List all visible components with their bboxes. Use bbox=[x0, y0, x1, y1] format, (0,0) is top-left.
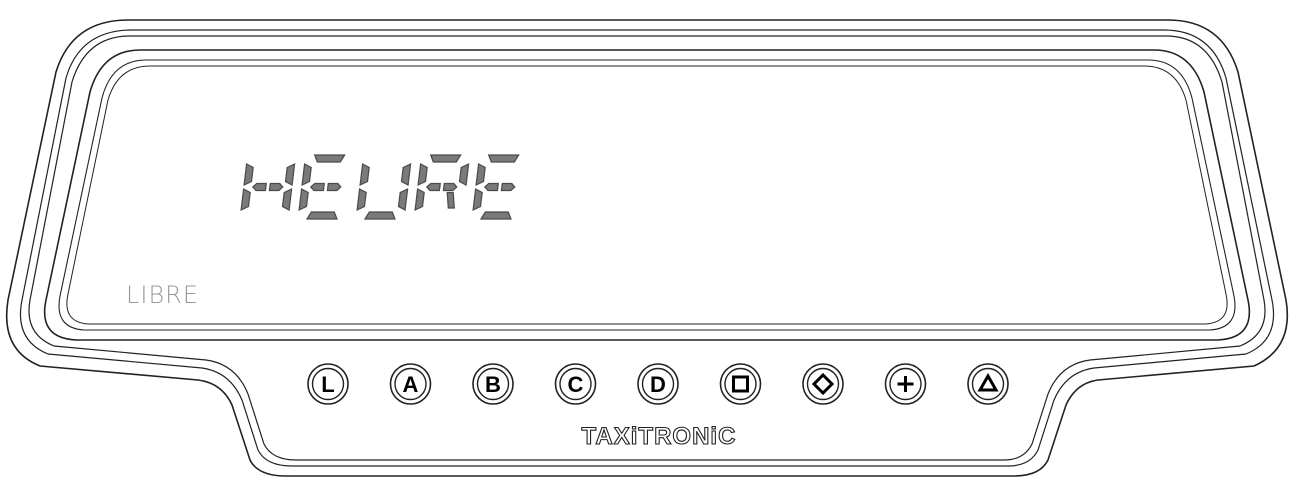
button-row: LABCD bbox=[307, 363, 1009, 405]
display-segment bbox=[500, 182, 516, 192]
display-segment bbox=[281, 187, 293, 211]
taximeter-device: LIBRE L A B C D TAXiTRONiC bbox=[5, 19, 1289, 477]
display-segment bbox=[363, 211, 396, 220]
display-segment bbox=[487, 154, 520, 163]
button-inner-ring bbox=[724, 367, 757, 401]
status-label: LIBRE bbox=[126, 281, 199, 309]
key-l-button[interactable]: L bbox=[307, 363, 349, 405]
button-label: L bbox=[321, 372, 334, 397]
key-square-button[interactable] bbox=[719, 363, 762, 405]
display-segment bbox=[284, 162, 296, 186]
display-segment bbox=[472, 188, 483, 212]
display-segment bbox=[305, 211, 338, 220]
display-segment bbox=[298, 188, 309, 212]
display-segment bbox=[243, 163, 254, 187]
display-segment bbox=[417, 163, 428, 187]
display-char bbox=[298, 154, 346, 220]
display-segment bbox=[309, 182, 325, 192]
display-char bbox=[240, 162, 296, 212]
display-segment bbox=[268, 182, 284, 192]
display-segment bbox=[429, 154, 462, 163]
button-label: C bbox=[568, 372, 584, 397]
display-segment bbox=[313, 154, 346, 163]
display-char bbox=[414, 154, 470, 212]
display-segment bbox=[458, 162, 470, 186]
display-segment bbox=[240, 188, 251, 212]
display-segment bbox=[359, 163, 370, 187]
display-segment bbox=[475, 163, 486, 187]
display-segment bbox=[425, 182, 441, 192]
key-b-button[interactable]: B bbox=[472, 363, 514, 405]
display-segment bbox=[251, 182, 267, 192]
display-segment bbox=[356, 188, 367, 212]
key-d-button[interactable]: D bbox=[637, 363, 679, 405]
display-segment bbox=[397, 187, 409, 211]
main-display-text bbox=[240, 154, 520, 220]
display-segment bbox=[446, 191, 455, 209]
key-triangle-button[interactable] bbox=[967, 363, 1009, 405]
button-label: B bbox=[485, 372, 501, 397]
key-plus-button[interactable] bbox=[884, 363, 927, 405]
display-segment bbox=[400, 162, 412, 186]
brand-logo-text: TAXiTRONiC bbox=[582, 423, 737, 450]
key-a-button[interactable]: A bbox=[389, 363, 432, 405]
display-char bbox=[472, 154, 520, 220]
display-segment bbox=[483, 182, 499, 192]
key-c-button[interactable]: C bbox=[554, 363, 597, 405]
display-segment bbox=[326, 182, 342, 192]
display-segment bbox=[301, 163, 312, 187]
key-diamond-button[interactable] bbox=[802, 363, 844, 405]
display-char bbox=[356, 162, 412, 220]
display-segment bbox=[479, 211, 512, 220]
display-segment bbox=[414, 188, 425, 212]
button-label: A bbox=[403, 372, 419, 397]
display-segment bbox=[442, 182, 458, 192]
device-housing bbox=[5, 19, 1289, 477]
button-label: D bbox=[650, 372, 666, 397]
